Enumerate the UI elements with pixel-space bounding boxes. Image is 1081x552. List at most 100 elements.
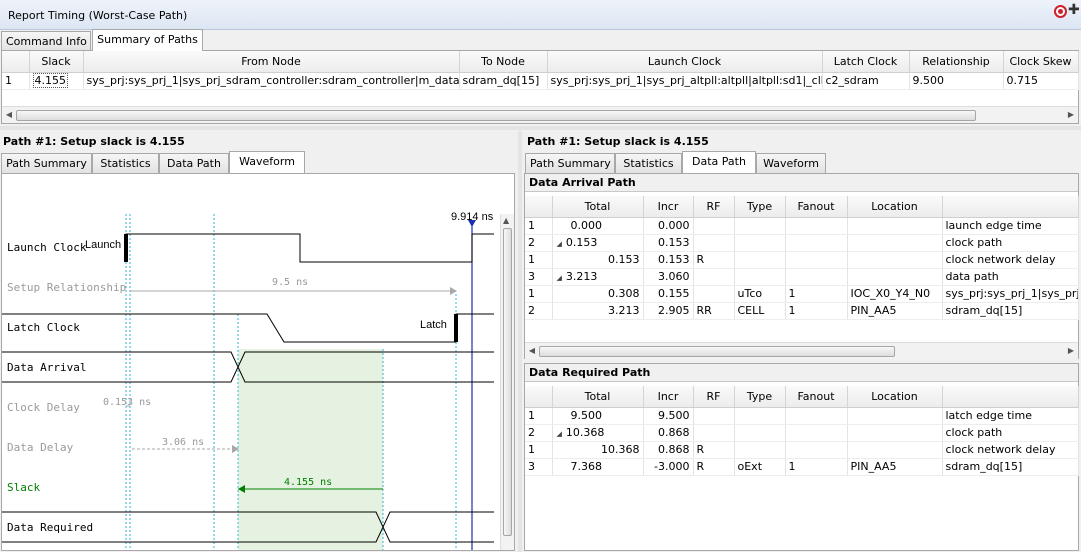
- cell-element: sdram_dq[15]: [942, 458, 1079, 476]
- tab-waveform[interactable]: Waveform: [756, 153, 826, 173]
- signal-launch-clock[interactable]: Launch Clock: [7, 241, 86, 254]
- right-tab-strip: Path Summary Statistics Data Path Wavefo…: [525, 151, 1079, 173]
- table-row[interactable]: 3 ◢ 3.213 3.060 data path: [525, 268, 1079, 286]
- launch-clock-wave: [125, 233, 494, 263]
- cell-location: PIN_AA5: [847, 302, 943, 320]
- column-header-relationship[interactable]: Relationship: [909, 51, 1004, 73]
- column-header-rf[interactable]: RF: [693, 386, 735, 408]
- column-header-incr[interactable]: Incr: [643, 196, 694, 218]
- column-header-from-node[interactable]: From Node: [83, 51, 460, 73]
- column-header-to-node[interactable]: To Node: [459, 51, 548, 73]
- column-header-fanout[interactable]: Fanout: [785, 196, 848, 218]
- column-header-rf[interactable]: RF: [693, 196, 735, 218]
- scroll-thumb[interactable]: [539, 346, 895, 357]
- clock-skew-cell[interactable]: 0.715: [1003, 72, 1079, 90]
- tab-waveform[interactable]: Waveform: [229, 151, 305, 173]
- column-header-fanout[interactable]: Fanout: [785, 386, 848, 408]
- table-row[interactable]: 1 4.155 sys_prj:sys_prj_1|sys_prj_sdram_…: [2, 72, 1079, 90]
- tab-summary-of-paths[interactable]: Summary of Paths: [92, 29, 203, 51]
- cell-location: [847, 217, 943, 235]
- expand-triangle-icon[interactable]: ◢: [557, 274, 562, 282]
- cell-n: 3: [525, 458, 553, 476]
- table-row[interactable]: 2 3.213 2.905 RR CELL 1 PIN_AA5 sdram_dq[15]: [525, 302, 1079, 320]
- cell-element: launch edge time: [942, 217, 1079, 235]
- total-value: 0.153: [608, 253, 640, 266]
- column-header-total[interactable]: Total: [552, 386, 644, 408]
- slack-cell[interactable]: 4.155: [29, 72, 84, 90]
- data-required-title: Data Required Path: [529, 366, 651, 379]
- waveform-vertical-scrollbar[interactable]: ▲: [500, 214, 514, 550]
- launch-edge-marker: [124, 234, 128, 262]
- from-node-cell[interactable]: sys_prj:sys_prj_1|sys_prj_sdram_controll…: [83, 72, 460, 90]
- expand-triangle-icon[interactable]: ◢: [557, 240, 562, 248]
- table-row[interactable]: 3 7.368 -3.000 RoExt 1 PIN_AA5 sdram_dq[15]: [525, 458, 1079, 476]
- column-header-type[interactable]: Type: [734, 386, 786, 408]
- column-header-type[interactable]: Type: [734, 196, 786, 218]
- close-icon[interactable]: [1054, 5, 1067, 18]
- column-header-total[interactable]: Total: [552, 196, 644, 218]
- cell-location: [847, 407, 943, 425]
- table-row[interactable]: 2 ◢ 0.153 0.153 clock path: [525, 234, 1079, 252]
- cell-location: [847, 251, 943, 269]
- scroll-right-icon[interactable]: ▶: [1066, 110, 1076, 119]
- latch-clock-cell[interactable]: c2_sdram: [822, 72, 910, 90]
- tab-path-summary[interactable]: Path Summary: [1, 153, 92, 173]
- column-header-element[interactable]: [942, 386, 1079, 408]
- table-row[interactable]: 1 10.368 0.868 Rclock network delay: [525, 441, 1079, 459]
- column-header-element[interactable]: [942, 196, 1079, 218]
- scroll-left-icon[interactable]: ◀: [4, 110, 14, 119]
- scroll-up-icon[interactable]: ▲: [503, 216, 509, 225]
- signal-slack[interactable]: Slack: [7, 481, 40, 494]
- signal-latch-clock[interactable]: Latch Clock: [7, 321, 80, 334]
- column-header-latch-clock[interactable]: Latch Clock: [822, 51, 910, 73]
- column-header-location[interactable]: Location: [847, 196, 943, 218]
- tab-statistics[interactable]: Statistics: [92, 153, 159, 173]
- column-header-clock-skew[interactable]: Clock Skew: [1003, 51, 1079, 73]
- signal-data-arrival[interactable]: Data Arrival: [7, 361, 86, 374]
- scroll-thumb[interactable]: [503, 228, 512, 536]
- to-node-cell[interactable]: sdram_dq[15]: [459, 72, 548, 90]
- tab-data-path[interactable]: Data Path: [682, 151, 756, 173]
- scroll-right-icon[interactable]: ▶: [1066, 346, 1076, 355]
- signal-clock-delay[interactable]: Clock Delay: [7, 401, 80, 414]
- table-row[interactable]: 1 0.153 0.153 Rclock network delay: [525, 251, 1079, 269]
- horizontal-splitter[interactable]: [0, 126, 1081, 130]
- cell-incr: -3.000: [643, 458, 694, 476]
- column-header-location[interactable]: Location: [847, 386, 943, 408]
- signal-setup-relationship[interactable]: Setup Relationship: [7, 281, 126, 294]
- cell-total: 0.153: [552, 251, 644, 269]
- scroll-left-icon[interactable]: ◀: [527, 346, 537, 355]
- table-row[interactable]: 1 0.308 0.155 uTco 1 IOC_X0_Y4_N0 sys_prj:sys_…: [525, 285, 1079, 303]
- cell-total: ◢ 0.153: [552, 234, 644, 252]
- column-header-index[interactable]: [2, 51, 30, 73]
- tab-path-summary[interactable]: Path Summary: [525, 153, 615, 173]
- waveform-view: 9.914 ns Launch Latch 9.5 ns 0.153 ns 3.…: [1, 173, 515, 551]
- arrival-horizontal-scrollbar[interactable]: ◀ ▶: [525, 342, 1078, 359]
- column-header-index[interactable]: [525, 196, 553, 218]
- summary-horizontal-scrollbar[interactable]: ◀ ▶: [2, 106, 1078, 123]
- vertical-splitter[interactable]: [518, 131, 522, 552]
- expand-triangle-icon[interactable]: ◢: [557, 430, 562, 438]
- signal-data-delay[interactable]: Data Delay: [7, 441, 73, 454]
- cell-incr: 0.868: [643, 441, 694, 459]
- latch-label: Latch: [420, 319, 447, 331]
- data-valid-window: [238, 349, 383, 550]
- table-row[interactable]: 1 0.000 0.000 launch edge time: [525, 217, 1079, 235]
- tab-data-path[interactable]: Data Path: [159, 153, 229, 173]
- scroll-thumb[interactable]: [16, 110, 976, 121]
- column-header-index[interactable]: [525, 386, 553, 408]
- relationship-cell[interactable]: 9.500: [909, 72, 1004, 90]
- cell-n: 3: [525, 268, 553, 286]
- column-header-slack[interactable]: Slack: [29, 51, 84, 73]
- tab-statistics[interactable]: Statistics: [615, 153, 682, 173]
- pin-icon[interactable]: ✚: [1068, 3, 1080, 17]
- table-row[interactable]: 1 9.500 9.500 latch edge time: [525, 407, 1079, 425]
- launch-clock-cell[interactable]: sys_prj:sys_prj_1|sys_prj_altpll:altpll|…: [547, 72, 823, 90]
- column-header-incr[interactable]: Incr: [643, 386, 694, 408]
- column-header-launch-clock[interactable]: Launch Clock: [547, 51, 823, 73]
- tab-command-info[interactable]: Command Info: [1, 31, 91, 51]
- cell-incr: 0.000: [643, 217, 694, 235]
- table-row[interactable]: 2 ◢ 10.368 0.868 clock path: [525, 424, 1079, 442]
- signal-data-required[interactable]: Data Required: [7, 521, 93, 534]
- cell-incr: 0.153: [643, 234, 694, 252]
